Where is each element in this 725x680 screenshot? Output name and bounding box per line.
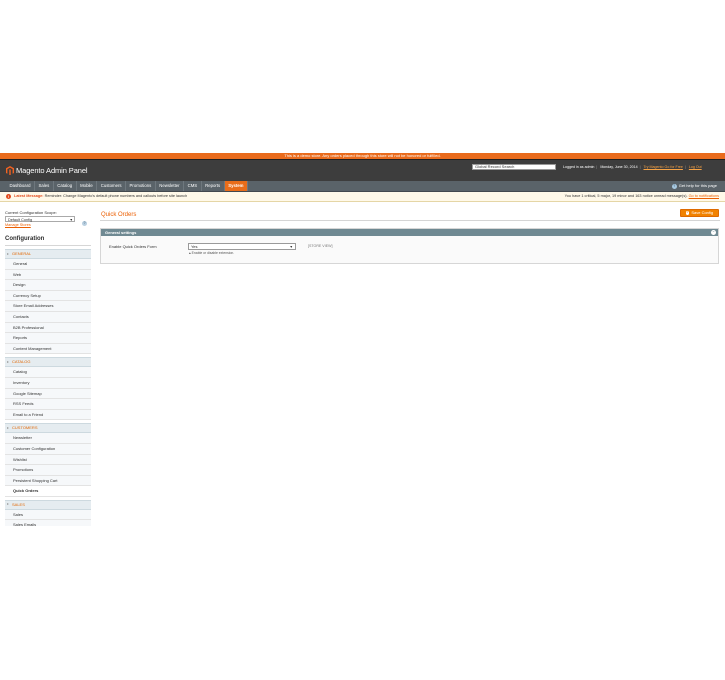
sidebar-item-web[interactable]: Web [5,269,91,281]
section-customers[interactable]: CUSTOMERS [5,423,91,434]
nav-mobile[interactable]: Mobile [77,181,98,191]
sidebar-item-contacts[interactable]: Contacts [5,311,91,323]
sidebar-item-email-to-a-friend[interactable]: Email to a Friend [5,409,91,421]
scope-select-value: Default Config [8,218,33,222]
nav-reports[interactable]: Reports [202,181,225,191]
demo-notice-text: This is a demo store. Any orders placed … [284,153,441,158]
sidebar-item-currency-setup[interactable]: Currency Setup [5,290,91,302]
magento-logo[interactable]: Magento Admin Panel [6,165,88,175]
section-catalog[interactable]: CATALOG [5,357,91,368]
header-user-area: Logged in as admin | Monday, June 30, 201… [563,165,702,169]
nav-customers[interactable]: Customers [97,181,127,191]
sidebar-item-content-management[interactable]: Content Management [5,343,91,355]
sidebar-item-newsletter[interactable]: Newsletter [5,433,91,444]
header-date: Monday, June 30, 2014 [600,165,638,169]
sidebar-item-google-sitemap[interactable]: Google Sitemap [5,388,91,400]
sidebar-item-quick-orders[interactable]: Quick Orders [5,486,91,497]
sidebar-item-catalog[interactable]: Catalog [5,367,91,378]
logged-in-text: Logged in as admin [563,165,595,169]
customers-list: Newsletter Customer Configuration Wishli… [5,433,91,497]
field-note-text: Enable or disable extension. [191,251,235,255]
main-nav: Dashboard Sales Catalog Mobile Customers… [0,181,725,192]
manage-stores-link[interactable]: Manage Stores [5,223,91,227]
save-icon: ✓ [685,210,690,215]
sidebar-item-rss-feeds[interactable]: RSS Feeds [5,399,91,410]
scope-select[interactable]: Default Config ▼ [5,216,75,222]
nav-system[interactable]: System [224,181,248,191]
save-config-button[interactable]: ✓ Save Config [680,209,719,217]
scope-label: Current Configuration Scope: [5,210,57,215]
sidebar-item-promotions[interactable]: Promotions [5,465,91,476]
enable-quick-orders-select[interactable]: Yes ▼ [188,243,296,250]
sidebar-item-inventory[interactable]: Inventory [5,377,91,389]
message-bar: ! Latest Message: Reminder: Change Magen… [0,192,725,202]
field-note: ▴ Enable or disable extension. [189,251,234,256]
general-list: General Web Design Currency Setup Store … [5,259,91,355]
section-general[interactable]: GENERAL [5,249,91,259]
help-text: Get help for this page [678,183,717,188]
enable-quick-orders-value: Yes [191,244,198,249]
configuration-title: Configuration [5,235,91,246]
sidebar-item-persistent-shopping-cart[interactable]: Persistent Shopping Cart [5,475,91,487]
admin-header: Magento Admin Panel Logged in as admin| … [0,159,725,181]
nav-catalog[interactable]: Catalog [54,181,77,191]
warning-icon: ! [6,194,11,199]
scope-help-icon[interactable]: ? [82,221,87,226]
message-counts-text: You have 1 critical, 5 major, 19 minor a… [564,194,688,198]
enable-quick-orders-label: Enable Quick Orders Form [109,244,157,249]
go-to-notifications-link[interactable]: Go to notifications [689,194,719,198]
message-counts: You have 1 critical, 5 major, 19 minor a… [565,192,719,201]
fieldset-header[interactable]: General settings [101,229,718,236]
field-scope-label: [STORE VIEW] [308,244,333,248]
help-link[interactable]: ? Get help for this page [671,181,717,191]
nav-promotions[interactable]: Promotions [126,181,156,191]
nav-sales[interactable]: Sales [35,181,54,191]
latest-message: Latest Message: Reminder: Change Magento… [14,192,187,201]
sidebar-item-customer-configuration[interactable]: Customer Configuration [5,443,91,455]
nav-dashboard[interactable]: Dashboard [6,181,36,191]
page-title: Quick Orders [101,212,137,218]
nav-newsletter[interactable]: Newsletter [156,181,185,191]
latest-message-text: Reminder: Change Magento's default phone… [44,194,188,198]
sidebar-item-sales[interactable]: Sales [5,509,91,521]
help-icon: ? [671,183,677,189]
section-sales[interactable]: SALES [5,499,91,510]
fieldset-title: General settings [105,230,137,235]
catalog-list: Catalog Inventory Google Sitemap RSS Fee… [5,367,91,421]
save-config-label: Save Config [691,210,714,215]
sidebar-item-design[interactable]: Design [5,280,91,291]
sidebar-item-b2b-professional[interactable]: B2B Professional [5,322,91,334]
chevron-down-icon: ▼ [289,245,293,249]
sidebar-item-reports[interactable]: Reports [5,333,91,344]
sidebar-item-general[interactable]: General [5,259,91,270]
nav-cms[interactable]: CMS [184,181,202,191]
title-divider [100,220,720,221]
logo-text: Magento Admin Panel [16,165,88,175]
latest-message-label: Latest Message: [14,194,44,198]
sidebar-item-store-email-addresses[interactable]: Store Email Addresses [5,301,91,312]
page-bottom-blank [0,526,100,680]
general-settings-fieldset: General settings ⌃ Enable Quick Orders F… [100,228,719,264]
chevron-down-icon: ▼ [69,218,73,222]
global-search-input[interactable] [472,164,556,170]
sidebar-item-wishlist[interactable]: Wishlist [5,454,91,466]
logout-link[interactable]: Log Out [689,165,702,169]
collapse-icon[interactable]: ⌃ [711,230,716,235]
config-sidebar: Current Configuration Scope: Default Con… [5,210,91,542]
magento-logo-icon [6,165,14,175]
try-magento-go-link[interactable]: Try Magento Go for Free [643,165,682,169]
